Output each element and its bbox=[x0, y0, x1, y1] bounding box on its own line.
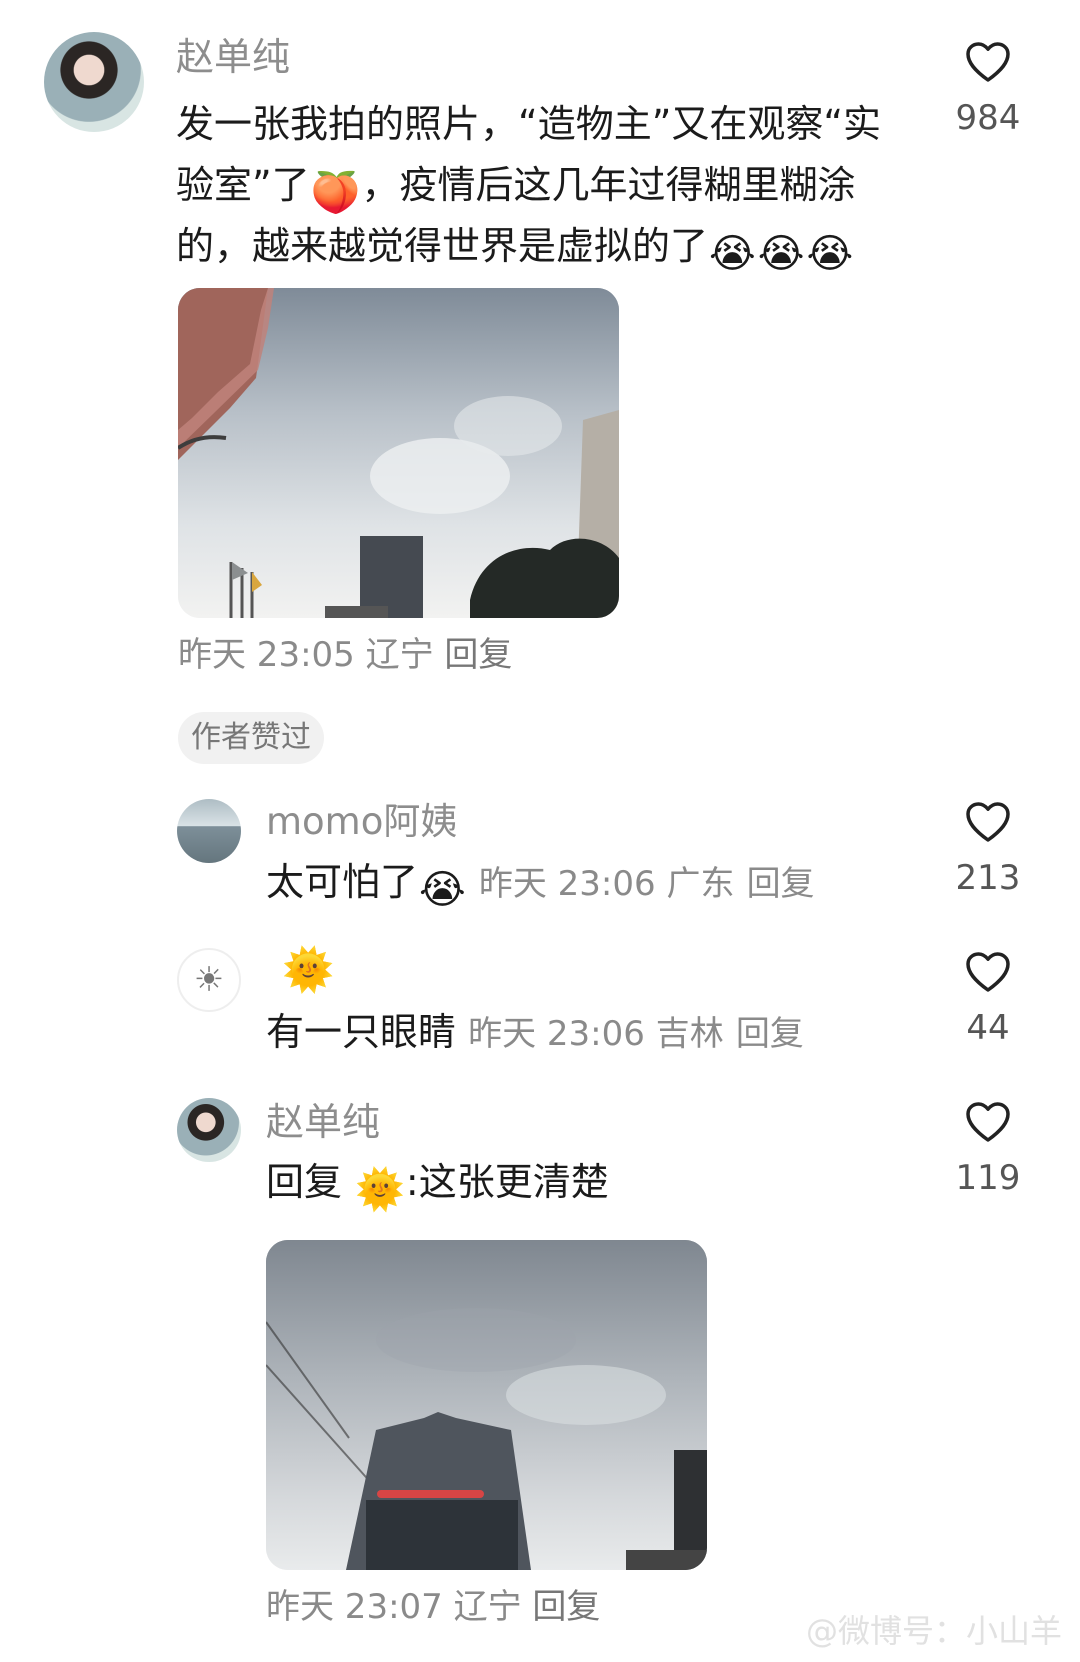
sun-emoji-icon: 🌞 bbox=[355, 1167, 405, 1213]
reply-meta: 昨天 23:07 辽宁 回复 bbox=[266, 1586, 600, 1628]
comment-meta: 昨天 23:06 广东 bbox=[478, 864, 735, 904]
comment-reply-button[interactable]: 回复 bbox=[747, 864, 815, 904]
comment-text-eye: 有一只眼睛 昨天 23:06 吉林 回复 bbox=[266, 1008, 804, 1058]
post-line-2: 验室”了🍑，疫情后这几年过得糊里糊涂 bbox=[176, 155, 936, 216]
like-heart-icon[interactable] bbox=[964, 800, 1012, 844]
comment-text-momo: 太可怕了😭 昨天 23:06 广东 回复 bbox=[266, 858, 815, 910]
post-meta-text: 昨天 23:05 辽宁 bbox=[178, 635, 434, 675]
comment-username-momo[interactable]: momo阿姨 bbox=[266, 799, 457, 845]
peach-emoji-icon: 🍑 bbox=[310, 170, 361, 216]
post-line-1: 发一张我拍的照片，“造物主”又在观察“实 bbox=[176, 102, 882, 146]
post-line-3: 的，越来越觉得世界是虚拟的了😭😭😭 bbox=[176, 216, 936, 277]
like-heart-icon[interactable] bbox=[964, 40, 1012, 84]
watermark: @微博号：小山羊 bbox=[805, 1612, 1062, 1650]
building-photo-art bbox=[266, 1240, 707, 1570]
post-meta: 昨天 23:05 辽宁 回复 bbox=[178, 634, 512, 676]
like-heart-icon[interactable] bbox=[964, 950, 1012, 994]
crying-emoji-icon: 😭 bbox=[757, 231, 805, 277]
post-line-3-text: 的，越来越觉得世界是虚拟的了 bbox=[176, 224, 709, 268]
comment-text: 太可怕了 bbox=[266, 860, 419, 904]
crying-emoji-icon: 😭 bbox=[709, 231, 756, 277]
reply-reply-button[interactable]: 回复 bbox=[532, 1587, 600, 1627]
comment-like-count: 119 bbox=[955, 1158, 1021, 1198]
crying-emoji-icon: 😭 bbox=[806, 231, 854, 277]
post-text: 发一张我拍的照片，“造物主”又在观察“实 验室”了🍑，疫情后这几年过得糊里糊涂 … bbox=[176, 94, 936, 277]
reply-meta-text: 昨天 23:07 辽宁 bbox=[266, 1587, 522, 1627]
comment-text: :这张更清楚 bbox=[405, 1160, 609, 1204]
comment-username-author[interactable]: 赵单纯 bbox=[266, 1099, 380, 1145]
sky-photo-art bbox=[178, 288, 619, 618]
comment-username-sun[interactable]: 🌞 bbox=[282, 945, 334, 995]
comment-like-count: 44 bbox=[966, 1008, 1010, 1048]
comment-text: 有一只眼睛 bbox=[266, 1010, 457, 1054]
author-liked-badge: 作者赞过 bbox=[178, 712, 324, 764]
post-like-count: 984 bbox=[955, 98, 1021, 138]
reply-photo[interactable] bbox=[266, 1240, 707, 1570]
comment-like-count: 213 bbox=[955, 858, 1021, 898]
author-avatar[interactable] bbox=[44, 32, 144, 132]
comment-meta: 昨天 23:06 吉林 bbox=[468, 1014, 724, 1054]
comment-avatar-momo[interactable] bbox=[177, 799, 241, 863]
comment-avatar-author[interactable] bbox=[177, 1098, 241, 1162]
reply-prefix: 回复 bbox=[266, 1160, 343, 1204]
sun-avatar-icon: ☀ bbox=[193, 960, 225, 1000]
like-heart-icon[interactable] bbox=[964, 1100, 1012, 1144]
post-photo[interactable] bbox=[178, 288, 619, 618]
crying-emoji-icon: 😭 bbox=[419, 867, 466, 913]
post-line-2-text: 验室”了 bbox=[176, 163, 310, 207]
post-reply-button[interactable]: 回复 bbox=[444, 635, 512, 675]
post-line-2-tail: ，疫情后这几年过得糊里糊涂 bbox=[361, 163, 856, 207]
comment-avatar-sun[interactable]: ☀ bbox=[177, 948, 241, 1012]
comment-reply-button[interactable]: 回复 bbox=[736, 1014, 804, 1054]
comment-text-author: 回复 🌞:这张更清楚 bbox=[266, 1158, 609, 1210]
author-name[interactable]: 赵单纯 bbox=[176, 34, 290, 80]
